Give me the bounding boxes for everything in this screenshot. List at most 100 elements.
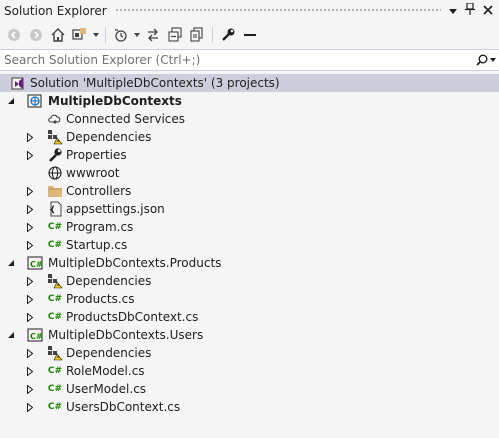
- dependencies-icon: [47, 129, 63, 145]
- collapsed-arrow-icon[interactable]: [24, 380, 36, 398]
- pending-changes-icon[interactable]: [111, 25, 131, 45]
- expanded-arrow-icon[interactable]: [5, 254, 17, 272]
- json-file-icon: [47, 201, 63, 217]
- forward-icon[interactable]: [26, 25, 46, 45]
- csharp-file-icon: C#: [47, 366, 63, 376]
- tree-item-label: RoleModel.cs: [66, 364, 145, 378]
- csharp-file-icon: C#: [47, 312, 63, 322]
- tree-item-dependencies[interactable]: Dependencies: [0, 272, 499, 290]
- csharp-project-icon: C#: [27, 327, 43, 343]
- globe-icon: [47, 165, 63, 181]
- tree-item-project[interactable]: MultipleDbContexts: [0, 92, 499, 110]
- window-position-dropdown-icon[interactable]: [449, 4, 457, 18]
- tree-item-dependencies[interactable]: Dependencies: [0, 344, 499, 362]
- pin-icon[interactable]: [465, 2, 475, 18]
- tree-item-dependencies[interactable]: Dependencies: [0, 128, 499, 146]
- collapsed-arrow-icon[interactable]: [24, 290, 36, 308]
- expanded-arrow-icon[interactable]: [5, 92, 17, 110]
- connected-services-icon: [47, 111, 63, 127]
- tree-item-label: MultipleDbContexts.Products: [48, 256, 222, 270]
- collapsed-arrow-icon[interactable]: [24, 344, 36, 362]
- tree-item-label: Dependencies: [66, 346, 152, 360]
- collapsed-arrow-icon[interactable]: [24, 146, 36, 164]
- svg-text:C#: C#: [30, 332, 43, 341]
- tree-item-label: Products.cs: [66, 292, 135, 306]
- tree-item-startup-cs[interactable]: C# Startup.cs: [0, 236, 499, 254]
- web-project-icon: [27, 93, 43, 109]
- collapsed-arrow-icon[interactable]: [24, 362, 36, 380]
- collapsed-arrow-icon[interactable]: [24, 308, 36, 326]
- solution-tree: Solution 'MultipleDbContexts' (3 project…: [0, 72, 499, 438]
- tree-item-solution[interactable]: Solution 'MultipleDbContexts' (3 project…: [0, 74, 499, 92]
- properties-icon[interactable]: [218, 25, 238, 45]
- csharp-file-icon: C#: [47, 222, 63, 232]
- tree-item-products-cs[interactable]: C# Products.cs: [0, 290, 499, 308]
- tree-item-label: UsersDbContext.cs: [66, 400, 181, 414]
- search-icon[interactable]: [473, 54, 499, 66]
- tree-item-label: ProductsDbContext.cs: [66, 310, 199, 324]
- collapsed-arrow-icon[interactable]: [24, 128, 36, 146]
- tree-item-appsettings[interactable]: appsettings.json: [0, 200, 499, 218]
- drag-grip[interactable]: [114, 8, 441, 13]
- wrench-icon: [47, 147, 63, 163]
- collapsed-arrow-icon[interactable]: [24, 236, 36, 254]
- tree-item-properties[interactable]: Properties: [0, 146, 499, 164]
- toolbar: [0, 22, 499, 48]
- expanded-arrow-icon[interactable]: [5, 326, 17, 344]
- dependencies-icon: [47, 345, 63, 361]
- tree-item-label: UserModel.cs: [66, 382, 147, 396]
- toolbar-separator: [105, 27, 106, 43]
- solution-icon: [10, 75, 26, 91]
- search-input[interactable]: [4, 53, 473, 67]
- preview-icon[interactable]: [240, 25, 260, 45]
- collapsed-arrow-icon[interactable]: [24, 398, 36, 416]
- tree-item-usermodel-cs[interactable]: C# UserModel.cs: [0, 380, 499, 398]
- tree-item-label: Dependencies: [66, 130, 152, 144]
- title-bar: Solution Explorer: [0, 0, 499, 21]
- csharp-file-icon: C#: [47, 240, 63, 250]
- back-icon[interactable]: [4, 25, 24, 45]
- csharp-file-icon: C#: [47, 402, 63, 412]
- csharp-file-icon: C#: [47, 294, 63, 304]
- switch-views-icon[interactable]: [70, 25, 90, 45]
- show-all-files-icon[interactable]: [187, 25, 207, 45]
- tree-item-label: appsettings.json: [66, 202, 165, 216]
- tree-item-label: Properties: [66, 148, 127, 162]
- search-box: [0, 49, 499, 71]
- csharp-project-icon: C#: [27, 255, 43, 271]
- switch-views-dropdown-icon[interactable]: [92, 25, 100, 45]
- pending-changes-dropdown-icon[interactable]: [133, 25, 141, 45]
- tree-item-controllers[interactable]: Controllers: [0, 182, 499, 200]
- tree-item-connected-services[interactable]: Connected Services: [0, 110, 499, 128]
- tree-item-label: Solution 'MultipleDbContexts' (3 project…: [30, 76, 280, 90]
- tree-item-label: Controllers: [66, 184, 132, 198]
- csharp-file-icon: C#: [47, 384, 63, 394]
- sync-icon[interactable]: [143, 25, 163, 45]
- collapse-all-icon[interactable]: [165, 25, 185, 45]
- tree-item-project[interactable]: C# MultipleDbContexts.Users: [0, 326, 499, 344]
- tree-item-productsdbcontext-cs[interactable]: C# ProductsDbContext.cs: [0, 308, 499, 326]
- tree-item-program-cs[interactable]: C# Program.cs: [0, 218, 499, 236]
- panel-title: Solution Explorer: [4, 3, 107, 18]
- tree-item-project[interactable]: C# MultipleDbContexts.Products: [0, 254, 499, 272]
- close-icon[interactable]: [483, 4, 493, 18]
- collapsed-arrow-icon[interactable]: [24, 272, 36, 290]
- tree-item-label: wwwroot: [66, 166, 120, 180]
- tree-item-rolemodel-cs[interactable]: C# RoleModel.cs: [0, 362, 499, 380]
- tree-item-label: Connected Services: [66, 112, 186, 126]
- tree-item-wwwroot[interactable]: wwwroot: [0, 164, 499, 182]
- tree-item-label: Dependencies: [66, 274, 152, 288]
- collapsed-arrow-icon[interactable]: [24, 200, 36, 218]
- search-options-dropdown-icon: [490, 58, 496, 62]
- dependencies-icon: [47, 273, 63, 289]
- tree-item-usersdbcontext-cs[interactable]: C# UsersDbContext.cs: [0, 398, 499, 416]
- collapsed-arrow-icon[interactable]: [24, 182, 36, 200]
- tree-item-label: MultipleDbContexts: [48, 94, 182, 108]
- tree-item-label: Startup.cs: [66, 238, 128, 252]
- toolbar-separator: [212, 27, 213, 43]
- home-icon[interactable]: [48, 25, 68, 45]
- tree-item-label: MultipleDbContexts.Users: [48, 328, 204, 342]
- collapsed-arrow-icon[interactable]: [24, 218, 36, 236]
- folder-icon: [47, 183, 63, 199]
- tree-item-label: Program.cs: [66, 220, 134, 234]
